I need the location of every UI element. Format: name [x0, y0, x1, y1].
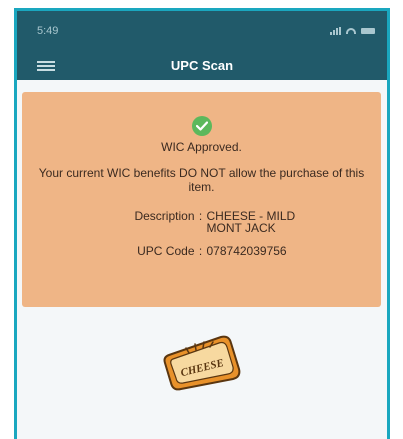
description-value: CHEESE - MILD MONT JACK: [206, 209, 296, 235]
approval-status: WIC Approved.: [161, 140, 242, 154]
status-icons: [330, 26, 375, 35]
description-label: Description: [134, 209, 195, 223]
upc-value: 078742039756: [206, 244, 287, 258]
status-time: 5:49: [37, 24, 59, 37]
separator: :: [198, 244, 203, 258]
upc-label: UPC Code: [137, 244, 195, 258]
checkmark-glyph: [195, 121, 208, 131]
separator: :: [198, 209, 203, 223]
product-image-wrap: CHEESE: [17, 331, 387, 393]
hamburger-menu-icon[interactable]: [37, 61, 55, 71]
battery-icon: [361, 27, 375, 34]
benefit-message: Your current WIC benefits DO NOT allow t…: [38, 166, 365, 194]
upc-row: UPC Code : 078742039756: [89, 245, 315, 257]
phone-frame: 5:49 UPC Scan WIC Approved. Your current…: [14, 8, 390, 439]
description-row: Description : CHEESE - MILD MONT JACK: [89, 210, 315, 234]
page-title: UPC Scan: [170, 57, 234, 73]
product-details: Description : CHEESE - MILD MONT JACK UP…: [89, 210, 315, 257]
check-circle-icon: [191, 116, 212, 136]
status-bar: 5:49: [17, 11, 387, 50]
wic-status-card: WIC Approved. Your current WIC benefits …: [22, 92, 381, 307]
wifi-icon: [346, 27, 356, 34]
cheese-package-image: CHEESE: [163, 335, 241, 391]
nav-bar: UPC Scan: [17, 50, 387, 80]
cellular-signal-icon: [330, 26, 341, 35]
